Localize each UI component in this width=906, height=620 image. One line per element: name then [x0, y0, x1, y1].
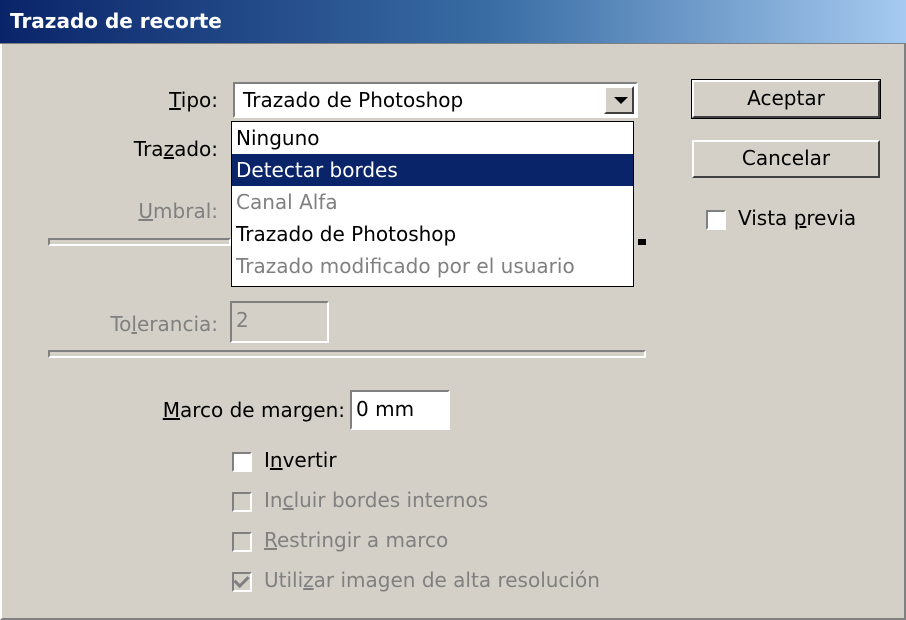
restringir-label: Restringir a marco	[264, 528, 449, 552]
tipo-select-value: Trazado de Photoshop	[243, 88, 464, 112]
tolerancia-label: Tolerancia:	[110, 312, 218, 336]
option-detectar-bordes[interactable]: Detectar bordes	[232, 154, 633, 186]
chevron-down-icon	[614, 97, 628, 104]
incluir-bordes-box	[232, 492, 252, 512]
umbral-slider-end	[638, 239, 646, 245]
option-trazado-photoshop[interactable]: Trazado de Photoshop	[232, 218, 633, 250]
umbral-label: Umbral:	[138, 199, 218, 223]
checkmark-icon	[233, 571, 250, 589]
tipo-dropdown-list[interactable]: Ninguno Detectar bordes Canal Alfa Traza…	[231, 121, 634, 287]
vista-previa-label: Vista previa	[738, 206, 857, 230]
invertir-label: Invertir	[264, 448, 337, 472]
option-ninguno[interactable]: Ninguno	[232, 122, 633, 154]
umbral-slider-track[interactable]	[48, 238, 231, 246]
tolerancia-value: 2	[236, 308, 249, 332]
marco-margen-value: 0 mm	[356, 397, 415, 421]
trazado-label: Trazado:	[133, 137, 218, 161]
option-trazado-modificado: Trazado modificado por el usuario	[236, 254, 575, 278]
tolerancia-field: 2	[230, 301, 329, 343]
aceptar-button[interactable]: Aceptar	[691, 79, 881, 119]
tipo-select[interactable]: Trazado de Photoshop	[233, 82, 638, 118]
marco-margen-label: Marco de margen:	[162, 398, 345, 422]
vista-previa-box[interactable]	[706, 210, 726, 230]
cancelar-button[interactable]: Cancelar	[692, 140, 880, 178]
option-canal-alfa: Canal Alfa	[236, 190, 338, 214]
marco-margen-field[interactable]: 0 mm	[350, 390, 450, 430]
tolerancia-slider-track	[48, 350, 646, 358]
incluir-bordes-label: Incluir bordes internos	[264, 488, 489, 512]
alta-resolucion-label: Utilizar imagen de alta resolución	[264, 568, 600, 592]
alta-resolucion-box	[232, 571, 252, 592]
dropdown-arrow-button[interactable]	[604, 86, 634, 114]
tipo-label: Tipo:	[169, 88, 218, 112]
title-bar: Trazado de recorte	[0, 0, 906, 44]
restringir-box	[232, 532, 252, 552]
invertir-box[interactable]	[232, 452, 252, 472]
dialog-title: Trazado de recorte	[10, 9, 222, 33]
